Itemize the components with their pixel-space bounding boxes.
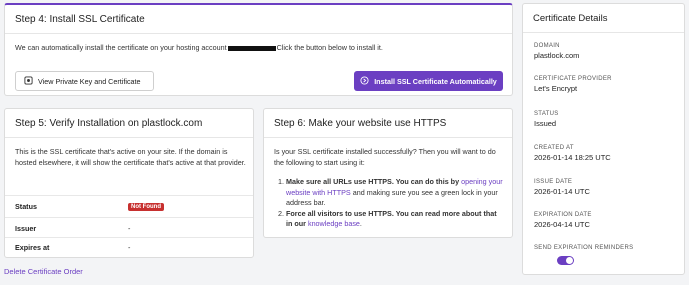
- status-field: STATUS Issued: [534, 111, 559, 128]
- step5-header: Step 5: Verify Installation on plastlock…: [5, 109, 253, 138]
- issue-date-value: 2026-01-14 UTC: [534, 187, 590, 196]
- eye-icon: [24, 75, 33, 87]
- provider-label: CERTIFICATE PROVIDER: [534, 76, 612, 82]
- provider-field: CERTIFICATE PROVIDER Let's Encrypt: [534, 76, 612, 93]
- step6-item1-bold: Make sure all URLs use HTTPS. You can do…: [286, 177, 460, 186]
- expiration-value: 2026-04-14 UTC: [534, 220, 590, 229]
- step5-card: Step 5: Verify Installation on plastlock…: [4, 108, 254, 258]
- view-private-key-button[interactable]: View Private Key and Certificate: [15, 71, 154, 91]
- step4-title: Step 4: Install SSL Certificate: [15, 13, 145, 25]
- details-header: Certificate Details: [523, 4, 684, 33]
- details-title: Certificate Details: [533, 12, 608, 24]
- domain-field: DOMAIN plastlock.com: [534, 43, 579, 60]
- issue-date-field: ISSUE DATE 2026-01-14 UTC: [534, 179, 590, 196]
- step6-card: Step 6: Make your website use HTTPS Is y…: [263, 108, 513, 238]
- reminders-label: SEND EXPIRATION REMINDERS: [534, 245, 634, 251]
- status-field-label: STATUS: [534, 111, 559, 117]
- install-ssl-button[interactable]: Install SSL Certificate Automatically: [354, 71, 503, 91]
- status-label: Status: [15, 202, 37, 211]
- expiration-field: EXPIRATION DATE 2026-04-14 UTC: [534, 212, 592, 229]
- status-row: Status Not Found: [5, 195, 253, 217]
- step4-header: Step 4: Install SSL Certificate: [5, 5, 512, 34]
- issuer-label: Issuer: [15, 224, 37, 233]
- step4-desc-pre: We can automatically install the certifi…: [15, 43, 227, 52]
- step4-card: Step 4: Install SSL Certificate We can a…: [4, 3, 513, 96]
- step6-intro: Is your SSL certificate installed succes…: [274, 147, 496, 167]
- step6-item2-end: .: [359, 219, 362, 228]
- expiration-reminders-toggle[interactable]: [557, 256, 574, 265]
- expiration-label: EXPIRATION DATE: [534, 212, 592, 218]
- issuer-value: -: [128, 224, 131, 233]
- step5-title: Step 5: Verify Installation on plastlock…: [15, 117, 203, 129]
- domain-value: plastlock.com: [534, 51, 580, 60]
- issuer-row: Issuer -: [5, 217, 253, 239]
- step4-description: We can automatically install the certifi…: [15, 43, 505, 54]
- status-field-value: Issued: [534, 119, 557, 128]
- expires-value: -: [128, 243, 131, 252]
- install-ssl-label: Install SSL Certificate Automatically: [374, 76, 497, 86]
- expires-label: Expires at: [15, 243, 50, 252]
- created-field: CREATED AT 2026-01-14 18:25 UTC: [534, 145, 611, 162]
- issue-date-label: ISSUE DATE: [534, 179, 573, 185]
- step6-item-1: Make sure all URLs use HTTPS. You can do…: [286, 177, 504, 209]
- knowledge-base-link[interactable]: knowledge base: [308, 219, 360, 228]
- status-badge: Not Found: [128, 202, 164, 211]
- step5-description: This is the SSL certificate that's activ…: [15, 147, 246, 167]
- step6-item-2: Force all visitors to use HTTPS. You can…: [286, 209, 504, 230]
- delete-certificate-link[interactable]: Delete Certificate Order: [4, 267, 83, 276]
- redacted-mark: [227, 45, 276, 51]
- expires-row: Expires at -: [5, 237, 253, 257]
- created-label: CREATED AT: [534, 145, 574, 151]
- reminders-field: SEND EXPIRATION REMINDERS: [534, 245, 633, 265]
- step6-list: Make sure all URLs use HTTPS. You can do…: [274, 177, 504, 230]
- step6-title: Step 6: Make your website use HTTPS: [274, 117, 447, 129]
- certificate-details-card: Certificate Details DOMAIN plastlock.com…: [522, 3, 685, 275]
- install-icon: [360, 75, 369, 87]
- provider-value: Let's Encrypt: [534, 84, 578, 93]
- view-private-key-label: View Private Key and Certificate: [38, 76, 141, 86]
- step4-desc-post: Click the button below to install it.: [276, 43, 383, 52]
- step6-header: Step 6: Make your website use HTTPS: [264, 109, 512, 138]
- domain-label: DOMAIN: [534, 43, 560, 49]
- created-value: 2026-01-14 18:25 UTC: [534, 153, 611, 162]
